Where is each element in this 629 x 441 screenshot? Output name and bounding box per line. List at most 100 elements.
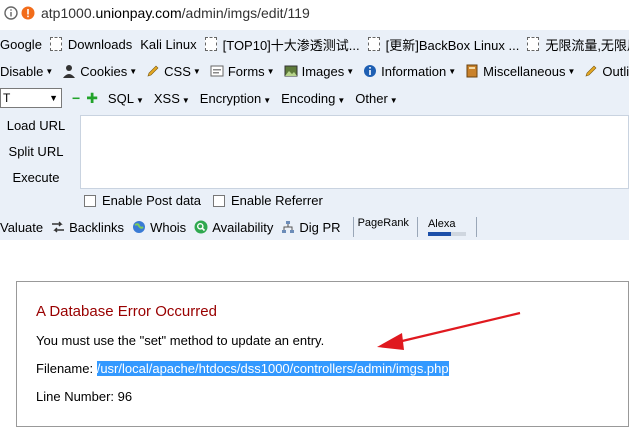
chevron-down-icon: ▼ bbox=[192, 66, 201, 76]
chevron-down-icon: ▼ bbox=[448, 66, 457, 76]
bookmark-downloads[interactable]: Downloads bbox=[49, 37, 132, 52]
menu-encryption[interactable]: Encryption ▼ bbox=[200, 91, 271, 106]
menu-encoding[interactable]: Encoding ▼ bbox=[281, 91, 345, 106]
menu-images[interactable]: Images ▼ bbox=[284, 63, 355, 79]
checkbox-label: Enable Referrer bbox=[231, 193, 323, 208]
hackbar-select[interactable]: T ▼ bbox=[0, 88, 62, 108]
menu-label: Images bbox=[301, 63, 345, 79]
enable-referrer-checkbox[interactable]: Enable Referrer bbox=[213, 193, 323, 208]
pencil-icon bbox=[147, 65, 159, 77]
chevron-down-icon: ▼ bbox=[181, 95, 190, 105]
execute-button[interactable]: Execute bbox=[0, 170, 72, 185]
load-url-button[interactable]: Load URL bbox=[0, 118, 72, 133]
menu-css[interactable]: CSS ▼ bbox=[146, 64, 201, 79]
globe-icon bbox=[133, 221, 146, 233]
menu-label: Other bbox=[355, 90, 388, 106]
menu-label: Encryption bbox=[199, 90, 262, 106]
separator bbox=[352, 217, 354, 237]
error-box: A Database Error Occurred You must use t… bbox=[16, 281, 629, 427]
filename-value[interactable]: /usr/local/apache/htdocs/dss1000/control… bbox=[96, 361, 449, 376]
alexa-widget[interactable]: Alexa bbox=[427, 218, 466, 236]
menu-outline[interactable]: Outline▼ bbox=[584, 64, 629, 79]
chevron-down-icon: ▼ bbox=[45, 66, 54, 76]
menu-label: Forms bbox=[227, 63, 265, 79]
bookmarks-bar: Google Downloads Kali Linux [TOP10]十大渗透测… bbox=[0, 30, 629, 58]
webdev-toolbar: Disable ▼ Cookies ▼ CSS ▼ Forms ▼ Images ▼ In… bbox=[0, 58, 629, 84]
plus-icon[interactable]: ✚ bbox=[86, 90, 98, 107]
url-text[interactable]: atp1000.unionpay.com/admin/imgs/edit/119 bbox=[41, 5, 310, 21]
filename-label: Filename: bbox=[36, 361, 94, 376]
menu-other[interactable]: Other ▼ bbox=[355, 91, 397, 106]
page-icon bbox=[527, 37, 540, 51]
alexa-bar bbox=[427, 232, 466, 236]
form-icon bbox=[210, 65, 224, 77]
arrows-icon bbox=[52, 221, 65, 233]
error-line-number: Line Number: 96 bbox=[36, 389, 133, 404]
backlinks-button[interactable]: Backlinks bbox=[51, 220, 124, 235]
tool-label: Availability bbox=[212, 219, 274, 235]
url-textarea[interactable] bbox=[80, 115, 629, 189]
menu-forms[interactable]: Forms ▼ bbox=[210, 64, 275, 79]
bookmark-label: [更新]BackBox Linux ... bbox=[385, 37, 520, 53]
alexa-bar-fill bbox=[427, 232, 451, 236]
bookmark-label: Google bbox=[0, 36, 42, 52]
menu-label: Information bbox=[381, 63, 447, 79]
separator bbox=[475, 217, 477, 237]
chevron-down-icon: ▼ bbox=[389, 95, 398, 105]
seo-toolbar: Valuate Backlinks Whois Availability Dig… bbox=[0, 215, 629, 239]
bookmark-kali[interactable]: Kali Linux bbox=[140, 37, 196, 52]
menu-information[interactable]: Information ▼ bbox=[363, 64, 456, 79]
chevron-down-icon: ▼ bbox=[337, 95, 346, 105]
menu-label: CSS bbox=[164, 63, 191, 79]
book-icon bbox=[466, 64, 478, 78]
dig-pr-button[interactable]: Dig PR bbox=[281, 219, 341, 235]
alexa-label: Alexa bbox=[427, 218, 456, 230]
menu-label: Disable bbox=[0, 63, 44, 79]
menu-cookies[interactable]: Cookies ▼ bbox=[62, 64, 137, 79]
image-icon bbox=[284, 65, 298, 77]
menu-label: SQL bbox=[107, 90, 134, 106]
menu-xss[interactable]: XSS ▼ bbox=[154, 91, 190, 106]
menu-disable[interactable]: Disable ▼ bbox=[0, 64, 53, 79]
url-host: unionpay.com bbox=[95, 5, 182, 21]
valuate-button[interactable]: Valuate bbox=[0, 220, 43, 235]
page-icon bbox=[49, 37, 62, 51]
info-icon bbox=[364, 65, 377, 77]
availability-button[interactable]: Availability bbox=[194, 220, 273, 235]
menu-label: Outline bbox=[602, 63, 629, 79]
chevron-down-icon: ▼ bbox=[135, 95, 144, 105]
chevron-down-icon: ▼ bbox=[263, 95, 272, 105]
minus-icon[interactable]: − bbox=[72, 90, 80, 106]
menu-label: Cookies bbox=[80, 63, 128, 79]
bookmark-google[interactable]: Google bbox=[0, 37, 42, 52]
chevron-down-icon: ▼ bbox=[129, 66, 138, 76]
menu-label: Miscellaneous bbox=[483, 63, 566, 79]
address-bar[interactable]: atp1000.unionpay.com/admin/imgs/edit/119 bbox=[0, 0, 629, 26]
bookmark-unlimited[interactable]: 无限流量,无限用户 bbox=[527, 35, 629, 54]
checkbox-box bbox=[213, 194, 225, 207]
bookmark-label: Kali Linux bbox=[140, 36, 197, 52]
tool-label: Dig PR bbox=[299, 219, 341, 235]
tool-label: Whois bbox=[150, 219, 187, 235]
menu-sql[interactable]: SQL ▼ bbox=[108, 91, 144, 106]
person-icon bbox=[63, 65, 76, 78]
bookmark-backbox[interactable]: [更新]BackBox Linux ... bbox=[367, 35, 520, 54]
chevron-down-icon: ▼ bbox=[266, 66, 275, 76]
chevron-down-icon: ▼ bbox=[346, 66, 355, 76]
pencil-icon bbox=[585, 65, 597, 77]
split-url-button[interactable]: Split URL bbox=[0, 144, 72, 159]
pagerank-label[interactable]: PageRank bbox=[358, 217, 409, 229]
checkbox-label: Enable Post data bbox=[102, 193, 202, 208]
bookmark-top10[interactable]: [TOP10]十大渗透测试... bbox=[204, 35, 360, 54]
info-icon[interactable] bbox=[4, 6, 18, 20]
enable-post-checkbox[interactable]: Enable Post data bbox=[84, 193, 201, 208]
page-icon bbox=[367, 37, 380, 51]
select-value: T bbox=[3, 91, 11, 105]
url-prefix: atp1000. bbox=[41, 5, 96, 21]
menu-label: XSS bbox=[153, 90, 180, 106]
whois-button[interactable]: Whois bbox=[132, 220, 186, 235]
tool-label: Valuate bbox=[0, 219, 44, 235]
network-icon bbox=[282, 221, 295, 233]
tool-label: Backlinks bbox=[69, 219, 125, 235]
menu-miscellaneous[interactable]: Miscellaneous ▼ bbox=[465, 64, 575, 79]
